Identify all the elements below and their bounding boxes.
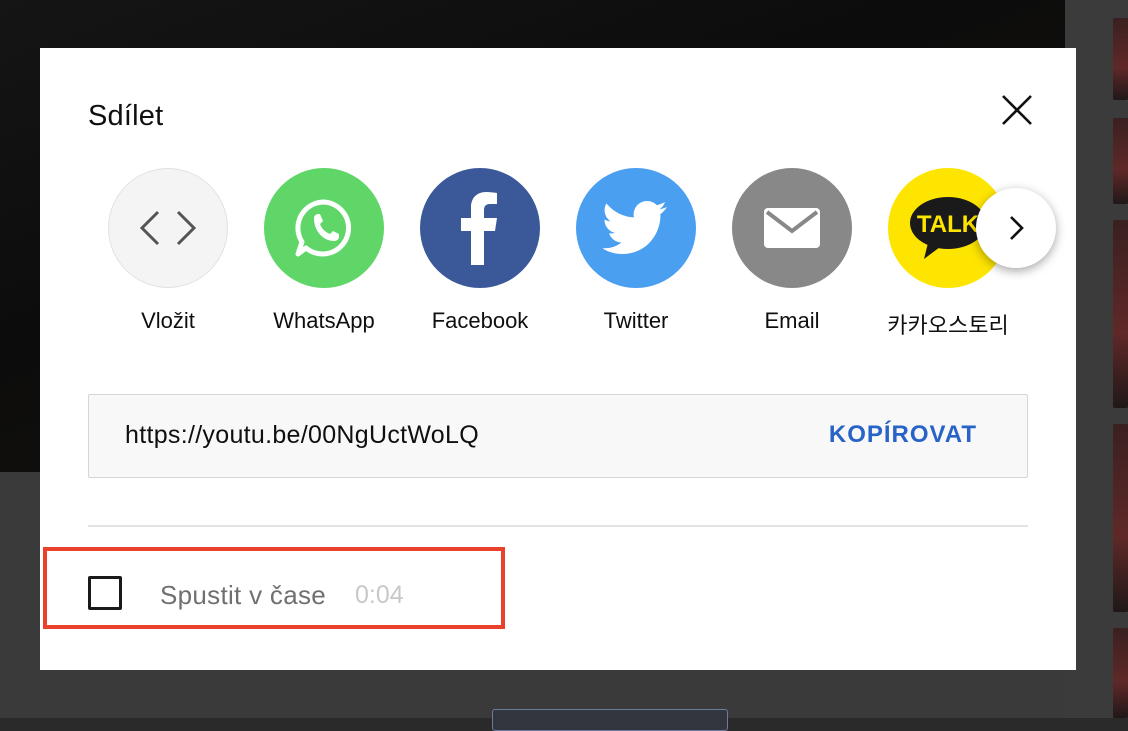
email-icon bbox=[732, 168, 852, 288]
start-at-checkbox[interactable] bbox=[88, 576, 122, 610]
share-dialog: Sdílet Vložit WhatsApp Facebook Twitter … bbox=[40, 48, 1076, 670]
whatsapp-icon bbox=[264, 168, 384, 288]
next-share-button[interactable] bbox=[976, 188, 1056, 268]
facebook-icon bbox=[420, 168, 540, 288]
share-twitter-button[interactable]: Twitter bbox=[566, 168, 706, 334]
share-link-box: https://youtu.be/00NgUctWoLQ KOPÍROVAT bbox=[88, 394, 1028, 478]
start-at-time: 0:04 bbox=[355, 581, 404, 609]
close-icon bbox=[1002, 95, 1032, 125]
share-whatsapp-button[interactable]: WhatsApp bbox=[254, 168, 394, 334]
copy-button[interactable]: KOPÍROVAT bbox=[829, 421, 977, 449]
share-url[interactable]: https://youtu.be/00NgUctWoLQ bbox=[125, 421, 479, 450]
share-facebook-button[interactable]: Facebook bbox=[410, 168, 550, 334]
share-label: WhatsApp bbox=[273, 308, 375, 333]
background-thumbnail bbox=[1113, 628, 1128, 718]
share-embed-button[interactable]: Vložit bbox=[98, 168, 238, 334]
chevron-right-icon bbox=[1010, 216, 1024, 240]
dialog-title: Sdílet bbox=[88, 100, 164, 132]
share-label: Twitter bbox=[603, 308, 669, 333]
share-email-button[interactable]: Email bbox=[722, 168, 862, 334]
share-label: Email bbox=[764, 308, 820, 333]
kakao-badge-text: TALK bbox=[917, 211, 980, 238]
embed-code-icon bbox=[108, 168, 228, 288]
background-thumbnail bbox=[1113, 220, 1128, 408]
background-thumbnail bbox=[1113, 424, 1128, 612]
divider bbox=[88, 525, 1028, 527]
background-thumbnail bbox=[1113, 118, 1128, 204]
background-button bbox=[492, 709, 728, 731]
background-thumbnail bbox=[1113, 18, 1128, 100]
start-at-option: Spustit v čase 0:04 bbox=[88, 576, 488, 616]
close-button[interactable] bbox=[995, 88, 1039, 132]
twitter-icon bbox=[576, 168, 696, 288]
share-targets: Vložit WhatsApp Facebook Twitter Email T… bbox=[98, 168, 1058, 348]
share-label: Facebook bbox=[431, 308, 529, 333]
share-label: Vložit bbox=[141, 308, 195, 333]
start-at-label[interactable]: Spustit v čase bbox=[160, 580, 326, 611]
share-label: 카카오스토리 bbox=[887, 313, 1009, 338]
